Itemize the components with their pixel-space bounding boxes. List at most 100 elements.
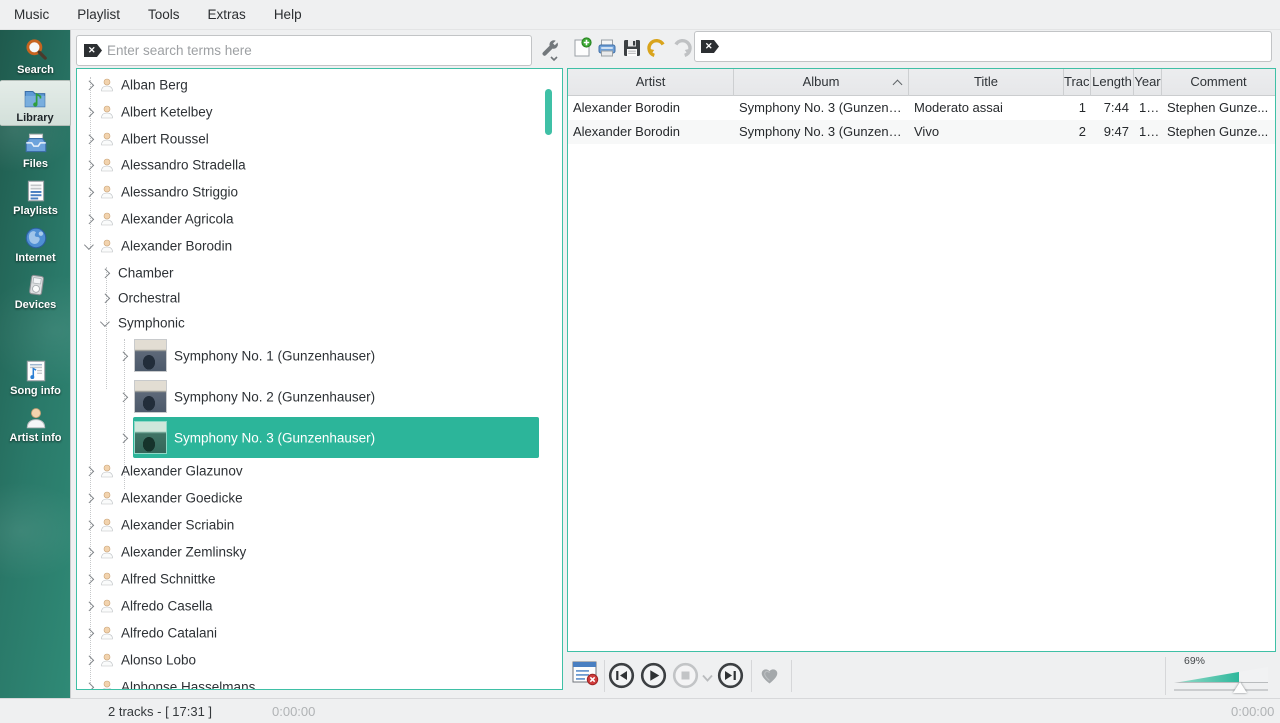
menu-help[interactable]: Help — [264, 1, 312, 28]
column-header-title[interactable]: Title — [909, 69, 1064, 96]
scrollbar-thumb[interactable] — [545, 89, 552, 135]
expander-icon[interactable] — [85, 520, 94, 529]
tree-item-label: Alessandro Stradella — [121, 157, 246, 172]
expander-icon[interactable] — [119, 433, 128, 442]
expander-icon[interactable] — [85, 601, 94, 610]
save-button[interactable] — [620, 36, 644, 60]
expander-icon[interactable] — [85, 493, 94, 502]
undo-button[interactable] — [645, 36, 669, 60]
tree-item-label: Alexander Zemlinsky — [121, 544, 246, 559]
tree-item[interactable]: Symphonic — [77, 309, 562, 336]
expander-icon[interactable] — [85, 574, 94, 583]
artist-icon — [99, 598, 115, 614]
tree-item[interactable]: Symphony No. 1 (Gunzenhauser) — [77, 335, 562, 376]
sidebar-item-playlists[interactable]: Playlists — [0, 174, 71, 220]
column-header-track[interactable]: Track — [1064, 69, 1091, 96]
selection-highlight: Symphony No. 3 (Gunzenhauser) — [133, 417, 539, 458]
tree-item[interactable]: Alessandro Stradella — [77, 151, 562, 178]
next-track-button[interactable] — [717, 662, 744, 692]
column-header-artist[interactable]: Artist — [568, 69, 734, 96]
expander-icon[interactable] — [85, 628, 94, 637]
tree-item[interactable]: Symphony No. 2 (Gunzenhauser) — [77, 376, 562, 417]
expander-icon[interactable] — [85, 655, 94, 664]
expander-icon[interactable] — [119, 351, 128, 360]
expander-icon[interactable] — [101, 293, 110, 302]
menu-playlist[interactable]: Playlist — [67, 1, 130, 28]
menu-music[interactable]: Music — [4, 1, 59, 28]
volume-slider-handle[interactable] — [1233, 682, 1247, 693]
tree-item[interactable]: Alfred Schnittke — [77, 565, 562, 592]
search-input[interactable] — [76, 35, 532, 66]
expander-icon[interactable] — [85, 80, 94, 89]
tree-item[interactable]: Albert Roussel — [77, 125, 562, 152]
menu-extras[interactable]: Extras — [198, 1, 256, 28]
tree-item[interactable]: Alexander Zemlinsky — [77, 538, 562, 565]
expander-icon[interactable] — [85, 134, 94, 143]
expander-icon[interactable] — [85, 187, 94, 196]
tree-item[interactable]: Chamber — [77, 259, 562, 286]
volume-slider[interactable] — [1174, 667, 1268, 683]
tree-item[interactable]: Albert Ketelbey — [77, 98, 562, 125]
expander-icon[interactable] — [85, 547, 94, 556]
tree-item[interactable]: Alexander Borodin — [77, 232, 562, 259]
print-button[interactable] — [595, 36, 619, 60]
tree-item[interactable]: Alban Berg — [77, 71, 562, 98]
new-playlist-button[interactable] — [570, 36, 594, 60]
sidebar-item-files[interactable]: Files — [0, 127, 71, 173]
expander-icon[interactable] — [85, 240, 94, 249]
expander-icon[interactable] — [119, 392, 128, 401]
sidebar-item-artist-info[interactable]: Artist info — [0, 401, 71, 447]
tree-item[interactable]: Alfredo Catalani — [77, 619, 562, 646]
search-options-button[interactable] — [538, 37, 564, 63]
playlist-toggle-button[interactable] — [572, 661, 599, 689]
stop-button[interactable] — [672, 662, 699, 692]
table-row[interactable]: Alexander Borodin Symphony No. 3 (Gunzen… — [568, 120, 1275, 144]
tree-item[interactable]: Alexander Scriabin — [77, 511, 562, 538]
tree-item[interactable]: Orchestral — [77, 284, 562, 311]
column-header-year[interactable]: Year — [1134, 69, 1162, 96]
track-table-panel: Artist Album Title Track Length Year Com… — [567, 68, 1276, 652]
expander-icon[interactable] — [85, 682, 94, 690]
expander-icon[interactable] — [101, 268, 110, 277]
tree-item[interactable]: Alexander Glazunov — [77, 457, 562, 484]
tree-item-label: Alfredo Casella — [121, 598, 213, 613]
sidebar-item-search[interactable]: Search — [0, 33, 71, 79]
tree-item-selected[interactable]: Symphony No. 3 (Gunzenhauser) — [77, 417, 562, 458]
column-header-album[interactable]: Album — [734, 69, 909, 96]
sidebar-item-internet[interactable]: Internet — [0, 221, 71, 267]
tree-item[interactable]: Alessandro Striggio — [77, 178, 562, 205]
redo-icon — [670, 36, 694, 60]
expander-icon[interactable] — [85, 107, 94, 116]
tree-item-label: Alonso Lobo — [121, 652, 196, 667]
tree-item[interactable]: Alfredo Casella — [77, 592, 562, 619]
play-button[interactable] — [640, 662, 667, 692]
expander-icon[interactable] — [85, 214, 94, 223]
expander-icon[interactable] — [85, 160, 94, 169]
artist-tree-panel: Alban Berg Albert Ketelbey Albert Rousse… — [76, 68, 563, 690]
sidebar-item-library[interactable]: Library — [0, 80, 71, 126]
favorite-button[interactable] — [757, 663, 782, 690]
expander-icon[interactable] — [101, 317, 110, 326]
expander-icon[interactable] — [85, 466, 94, 475]
cell-track: 2 — [1064, 120, 1091, 144]
stop-options-button[interactable] — [701, 671, 714, 686]
column-header-comment[interactable]: Comment — [1162, 69, 1275, 96]
stop-icon — [672, 662, 699, 689]
redo-button[interactable] — [670, 36, 694, 60]
tree-item[interactable]: Alexander Agricola — [77, 205, 562, 232]
table-row[interactable]: Alexander Borodin Symphony No. 3 (Gunzen… — [568, 96, 1275, 120]
tree-item-label: Alessandro Striggio — [121, 184, 238, 199]
tree-item[interactable]: Alonso Lobo — [77, 646, 562, 673]
tree-item[interactable]: Alphonse Hasselmans — [77, 673, 562, 690]
previous-track-button[interactable] — [608, 662, 635, 692]
menu-tools[interactable]: Tools — [138, 1, 190, 28]
sidebar-item-song-info[interactable]: Song info — [0, 354, 71, 400]
artist-icon — [99, 652, 115, 668]
sidebar-item-devices[interactable]: Devices — [0, 268, 71, 314]
sidebar-item-label: Search — [17, 64, 54, 76]
tree-item[interactable]: Alexander Goedicke — [77, 484, 562, 511]
playlist-filter-input[interactable] — [694, 31, 1272, 62]
artist-icon — [99, 211, 115, 227]
files-icon — [23, 131, 49, 157]
column-header-length[interactable]: Length — [1091, 69, 1134, 96]
